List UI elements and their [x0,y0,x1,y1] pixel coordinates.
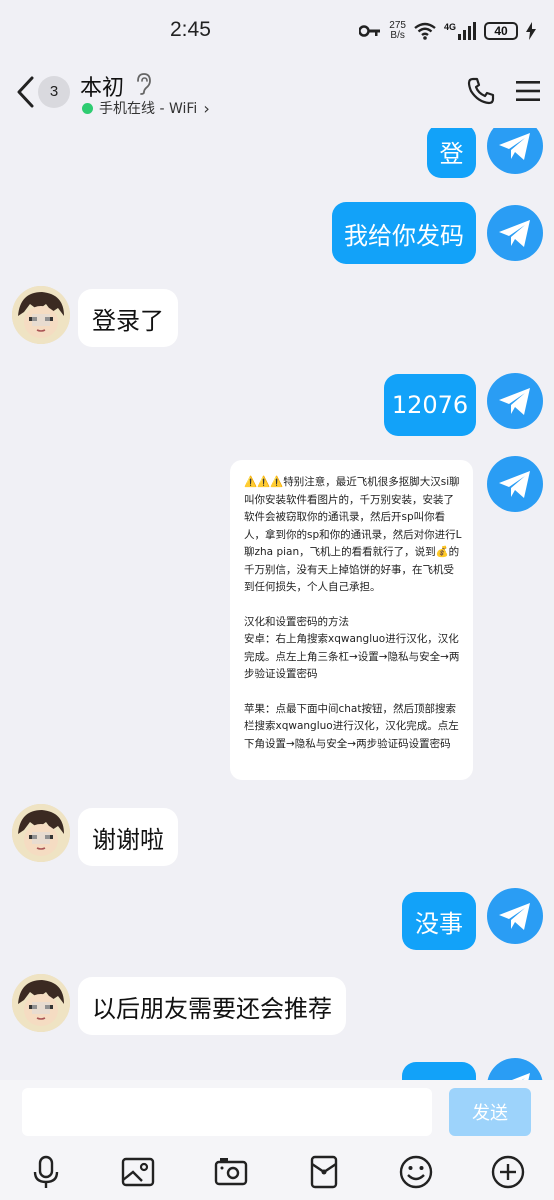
message-list[interactable]: 登 我给你发码 登录了 12076 ⚠️⚠️⚠️特别注意，最近飞机很多抠脚大汉s… [0,128,554,1080]
phone-call-icon[interactable] [466,76,496,106]
my-avatar[interactable] [487,373,543,429]
online-status-text: 手机在线 - WiFi [99,101,198,117]
wifi-icon [414,22,436,40]
status-bar: 2:45 275 B/s 4G 40 [0,0,554,62]
red-packet-icon[interactable] [306,1154,342,1190]
message-input[interactable] [22,1088,432,1136]
incoming-message[interactable]: 谢谢啦 [78,808,178,866]
status-icons: 275 B/s 4G 40 [359,18,536,44]
composer-toolbar [0,1154,554,1194]
paper-plane-icon [499,220,530,247]
long-text-message[interactable]: ⚠️⚠️⚠️特别注意，最近飞机很多抠脚大汉si聊叫你安装软件看图片的，千万别安装… [230,460,473,780]
status-time: 2:45 [170,18,211,41]
image-icon[interactable] [120,1154,156,1190]
incoming-message[interactable]: 登录了 [78,289,178,347]
camera-icon[interactable] [213,1154,249,1190]
microphone-icon[interactable] [28,1154,64,1190]
message-paragraph: 苹果：点最下面中间chat按钮，然后顶部搜索栏搜索xqwangluo进行汉化，汉… [244,702,459,750]
battery-indicator: 40 [484,22,518,40]
incoming-message-text: 以后朋友需要还会推荐 [92,994,332,1023]
paper-plane-icon [499,471,530,498]
incoming-message[interactable]: 以后朋友需要还会推荐 [78,977,346,1035]
emoji-icon[interactable] [398,1154,434,1190]
outgoing-message[interactable]: 登 [427,128,476,178]
online-status[interactable]: 手机在线 - WiFi › [82,98,210,118]
paper-plane-icon [499,388,530,415]
unread-count-badge[interactable]: 3 [38,76,70,108]
contact-avatar[interactable] [12,804,70,862]
outgoing-message[interactable]: 12076 [384,374,476,436]
key-icon [359,25,381,37]
menu-icon[interactable] [512,76,544,106]
outgoing-message[interactable]: 没事 [402,892,476,950]
net-speed: 275 B/s [389,21,406,41]
paper-plane-icon [499,903,530,930]
charging-icon [526,22,536,40]
my-avatar[interactable] [487,456,543,512]
anime-avatar-image [12,974,70,1032]
chat-header: 3 本初 手机在线 - WiFi › [0,62,554,128]
anime-avatar-image [12,286,70,344]
paper-plane-icon [511,1073,530,1080]
my-avatar[interactable] [487,205,543,261]
ear-icon [137,73,151,95]
message-paragraph: 汉化和设置密码的方法 安卓：右上角搜索xqwangluo进行汉化，汉化完成。点左… [244,615,460,681]
net-speed-unit: B/s [390,30,405,41]
network-type-label: 4G [443,22,456,32]
composer: 发送 [0,1080,554,1200]
plus-icon[interactable] [490,1154,526,1190]
chevron-right-icon: › [203,98,210,118]
contact-avatar[interactable] [12,974,70,1032]
outgoing-message[interactable]: 我给你发码 [332,202,476,264]
message-paragraph: ⚠️⚠️⚠️特别注意，最近飞机很多抠脚大汉si聊叫你安装软件看图片的，千万别安装… [244,476,462,593]
my-avatar[interactable] [487,1058,543,1080]
anime-avatar-image [12,804,70,862]
paper-plane-icon [499,133,530,160]
send-button[interactable]: 发送 [449,1088,531,1136]
my-avatar[interactable] [487,888,543,944]
contact-avatar[interactable] [12,286,70,344]
back-icon[interactable] [14,74,38,110]
online-dot [82,102,93,114]
outgoing-message-partial[interactable] [402,1062,476,1080]
signal-icon [458,22,476,40]
my-avatar[interactable] [487,128,543,174]
